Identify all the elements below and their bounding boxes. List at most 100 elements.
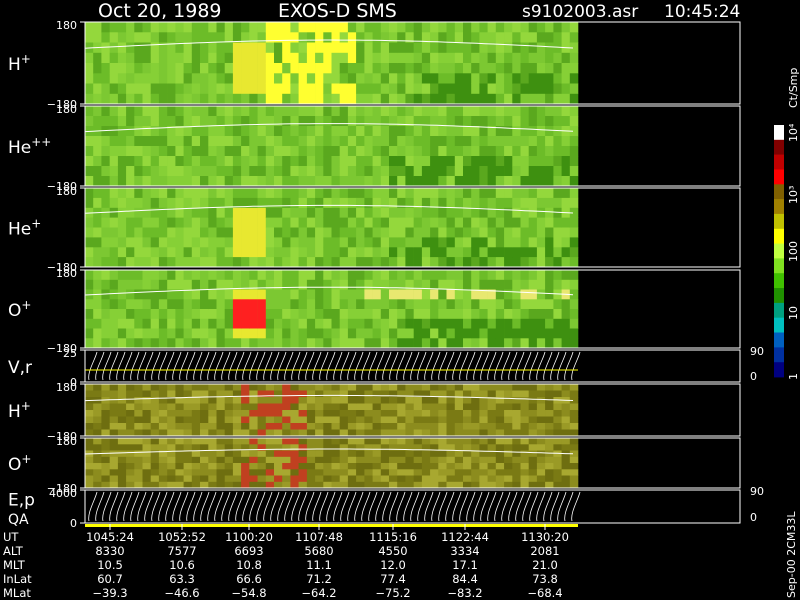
spectrogram-cell — [487, 188, 497, 199]
spectrogram-cell — [282, 257, 291, 268]
spectrogram-cell — [224, 126, 234, 137]
spectrogram-cell — [183, 444, 193, 451]
spectrogram-cell — [504, 188, 513, 199]
spectrogram-cell — [315, 126, 324, 137]
spectrogram-cell — [520, 463, 529, 470]
spectrogram-cell — [142, 384, 151, 391]
spectrogram-cell — [520, 32, 529, 43]
spectrogram-cell — [512, 475, 521, 482]
spectrogram-cell — [512, 410, 521, 417]
spectrogram-cell — [216, 338, 225, 349]
spectrogram-cell — [257, 237, 267, 248]
spectrogram-cell — [315, 456, 324, 464]
spectrogram-cell — [101, 83, 110, 95]
spectrogram-cell — [512, 146, 521, 157]
y-tick-label-bottom: 0 — [70, 517, 77, 530]
spectrogram-cell — [553, 136, 562, 147]
spectrogram-cell — [298, 416, 308, 424]
spectrogram-cell — [109, 166, 119, 177]
spectrogram-cell — [323, 22, 332, 33]
spectrogram-cell — [224, 188, 234, 199]
spectrogram-cell — [298, 338, 308, 349]
spectrogram-cell — [372, 156, 382, 167]
spectrogram-cell — [109, 63, 119, 74]
spectrogram-cell — [282, 207, 291, 218]
spectrogram-cell — [347, 456, 357, 464]
spectrogram-cell — [306, 416, 316, 424]
spectrogram-cell — [331, 270, 340, 281]
spectrogram-cell — [249, 237, 258, 248]
spectrogram-cell — [536, 450, 546, 457]
spectrogram-cell — [545, 328, 554, 339]
spectrogram-cell — [430, 438, 439, 445]
spectrogram-cell — [545, 126, 554, 137]
colorbar-swatch — [774, 302, 784, 319]
spectrogram-cell — [208, 444, 217, 451]
spectrogram-cell — [208, 156, 217, 167]
spectrogram-cell — [380, 309, 390, 320]
spectrogram-cell — [232, 217, 242, 228]
spectrogram-cell — [109, 126, 119, 137]
spectrogram-cell — [438, 463, 447, 470]
spectrogram-cell — [553, 456, 562, 464]
spectrogram-cell — [200, 475, 209, 482]
spectrogram-cell — [298, 166, 308, 177]
spectrogram-cell — [553, 52, 562, 64]
spectrogram-cell — [257, 217, 267, 228]
spectrogram-cell — [569, 22, 579, 33]
spectrogram-cell — [339, 93, 349, 105]
spectrogram-cell — [561, 481, 571, 489]
spectrogram-cell — [306, 456, 316, 464]
spectrogram-cell — [421, 207, 431, 218]
spectrogram-cell — [430, 188, 439, 199]
spectrogram-cell — [545, 456, 554, 464]
spectrogram-cell — [167, 410, 176, 417]
spectrogram-cell — [85, 318, 94, 329]
spectrogram-cell — [380, 247, 390, 258]
spectrogram-cell — [397, 289, 406, 300]
spectrogram-cell — [306, 136, 316, 147]
spectrogram-cell — [405, 270, 414, 281]
spectrogram-cell — [85, 73, 94, 84]
spectrogram-cell — [290, 444, 299, 451]
spectrogram-cell — [347, 227, 357, 238]
x-row-value: 60.7 — [97, 572, 123, 586]
spectrogram-cell — [364, 444, 373, 451]
spectrogram-cell — [536, 188, 546, 199]
spectrogram-cell — [85, 403, 94, 411]
spectrogram-cell — [397, 429, 406, 437]
spectrogram-cell — [134, 463, 143, 470]
spectrogram-cell — [298, 247, 308, 258]
spectrogram-cell — [85, 456, 94, 464]
spectrogram-cell — [520, 237, 529, 248]
spectrogram-cell — [274, 207, 283, 218]
spectrogram-cell — [413, 237, 423, 248]
spectrogram-cell — [471, 197, 480, 209]
spectrogram-cell — [200, 146, 209, 157]
spectrogram-cell — [397, 42, 406, 54]
spectrogram-cell — [257, 450, 267, 457]
spectrogram-cell — [232, 207, 242, 218]
spectrogram-cell — [553, 32, 562, 43]
spectrogram-cell — [282, 444, 291, 451]
spectrogram-cell — [504, 270, 513, 281]
spectrogram-cell — [208, 429, 217, 437]
spectrogram-cell — [479, 237, 488, 248]
spectrogram-cell — [405, 126, 414, 137]
spectrogram-cell — [232, 309, 242, 320]
spectrogram-cell — [536, 481, 546, 489]
spectrogram-cell — [126, 257, 135, 268]
spectrogram-cell — [545, 438, 554, 445]
spectrogram-cell — [150, 384, 160, 391]
spectrogram-cell — [274, 116, 283, 127]
spectrogram-cell — [528, 42, 538, 54]
spectrogram-cell — [175, 146, 184, 157]
spectrogram-cell — [479, 257, 488, 268]
spectrogram-cell — [315, 52, 324, 64]
x-row-value: 6693 — [234, 544, 263, 558]
spectrogram-cell — [421, 469, 431, 476]
spectrogram-cell — [315, 289, 324, 300]
spectrogram-cell — [290, 463, 299, 470]
spectrogram-cell — [216, 237, 225, 248]
spectrogram-cell — [389, 270, 398, 281]
